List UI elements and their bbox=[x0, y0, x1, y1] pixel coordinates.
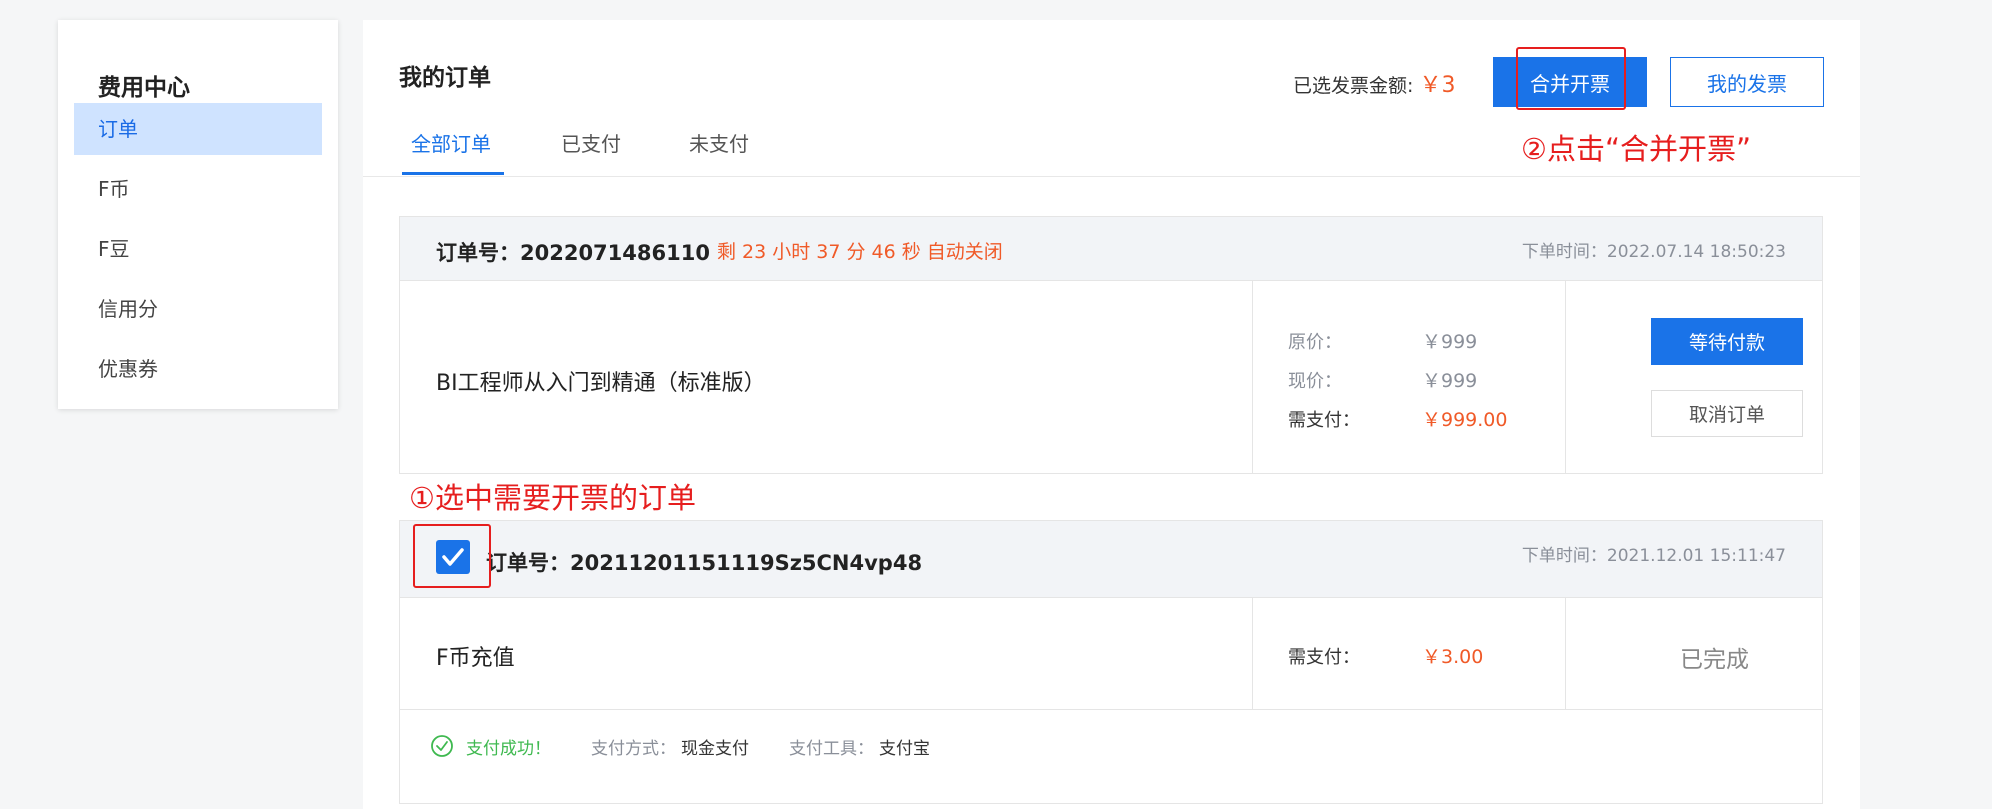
amount-due-label: 需支付： bbox=[1288, 647, 1360, 668]
column-divider bbox=[1565, 281, 1566, 474]
sidebar-item-coupons[interactable]: 优惠券 bbox=[74, 343, 322, 395]
sidebar-item-label: F币 bbox=[98, 177, 130, 201]
auto-close-countdown: 剩 23 小时 37 分 46 秒 自动关闭 bbox=[717, 241, 1003, 263]
payment-info-row: 支付成功！ 支付方式： 现金支付 支付工具： 支付宝 bbox=[400, 709, 1822, 783]
cost-center-sidebar: 费用中心 订单 F币 F豆 信用分 优惠券 bbox=[58, 20, 338, 409]
cancel-order-button[interactable]: 取消订单 bbox=[1651, 390, 1803, 437]
payment-tool-label: 支付工具： bbox=[789, 739, 874, 759]
product-name: F币充值 bbox=[436, 646, 515, 671]
tab-paid[interactable]: 已支付 bbox=[561, 128, 621, 157]
order-number: 订单号：2022071486110 bbox=[436, 241, 710, 265]
amount-due-value: ￥3.00 bbox=[1422, 646, 1484, 668]
tabs-divider bbox=[363, 176, 1860, 177]
order-status: 已完成 bbox=[1680, 647, 1749, 673]
column-divider bbox=[1252, 281, 1253, 474]
current-price-label: 现价： bbox=[1288, 371, 1342, 392]
sidebar-item-credit-score[interactable]: 信用分 bbox=[74, 283, 322, 335]
selected-invoice-amount: 已选发票金额: ￥3 bbox=[1293, 67, 1455, 99]
order-number: 订单号：20211201151119Sz5CN4vp48 bbox=[486, 551, 923, 575]
merge-button-highlight bbox=[1516, 47, 1626, 110]
orders-panel: 我的订单 全部订单 已支付 未支付 已选发票金额: ￥3 合并开票 我的发票 ②… bbox=[363, 20, 1860, 809]
order-header: 订单号：20211201151119Sz5CN4vp48 下单时间：2021.1… bbox=[400, 521, 1822, 598]
order-time: 下单时间：2021.12.01 15:11:47 bbox=[1521, 546, 1786, 566]
original-price-label: 原价： bbox=[1288, 332, 1342, 353]
sidebar-item-f-coins[interactable]: F币 bbox=[74, 163, 322, 215]
column-divider bbox=[1252, 598, 1253, 709]
sidebar-item-label: 优惠券 bbox=[98, 357, 158, 381]
active-tab-indicator bbox=[402, 172, 504, 175]
step2-annotation: ②点击“合并开票” bbox=[1521, 132, 1752, 166]
current-price-value: ￥999 bbox=[1422, 370, 1478, 392]
order-time: 下单时间：2022.07.14 18:50:23 bbox=[1521, 242, 1786, 262]
sidebar-item-label: 信用分 bbox=[98, 297, 158, 321]
order-header: 订单号：2022071486110 剩 23 小时 37 分 46 秒 自动关闭… bbox=[400, 217, 1822, 281]
tab-unpaid[interactable]: 未支付 bbox=[689, 128, 749, 157]
payment-tool-value: 支付宝 bbox=[879, 739, 930, 759]
sidebar-item-orders[interactable]: 订单 bbox=[74, 103, 322, 155]
success-check-icon bbox=[431, 735, 453, 757]
amount-due-value: ￥999.00 bbox=[1422, 409, 1508, 431]
checkbox-highlight bbox=[413, 524, 491, 588]
original-price-value: ￥999 bbox=[1422, 331, 1478, 353]
selected-amount-label: 已选发票金额: bbox=[1293, 75, 1420, 97]
sidebar-item-label: F豆 bbox=[98, 237, 130, 261]
sidebar-item-f-beans[interactable]: F豆 bbox=[74, 223, 322, 275]
await-payment-button[interactable]: 等待付款 bbox=[1651, 318, 1803, 365]
order-card: 订单号：20211201151119Sz5CN4vp48 下单时间：2021.1… bbox=[399, 520, 1823, 804]
sidebar-title: 费用中心 bbox=[98, 75, 190, 101]
step1-annotation: ①选中需要开票的订单 bbox=[409, 481, 696, 515]
my-invoices-button[interactable]: 我的发票 bbox=[1670, 57, 1824, 107]
payment-method-value: 现金支付 bbox=[681, 739, 749, 759]
page-title: 我的订单 bbox=[399, 65, 491, 91]
sidebar-item-label: 订单 bbox=[98, 117, 138, 141]
product-name: BI工程师从入门到精通（标准版） bbox=[436, 371, 766, 396]
order-card: 订单号：2022071486110 剩 23 小时 37 分 46 秒 自动关闭… bbox=[399, 216, 1823, 474]
column-divider bbox=[1565, 598, 1566, 709]
payment-success-text: 支付成功！ bbox=[466, 739, 551, 759]
tab-all-orders[interactable]: 全部订单 bbox=[411, 128, 491, 157]
amount-due-label: 需支付： bbox=[1288, 410, 1360, 431]
payment-method-label: 支付方式： bbox=[591, 739, 676, 759]
selected-amount-value: ￥3 bbox=[1419, 73, 1456, 98]
